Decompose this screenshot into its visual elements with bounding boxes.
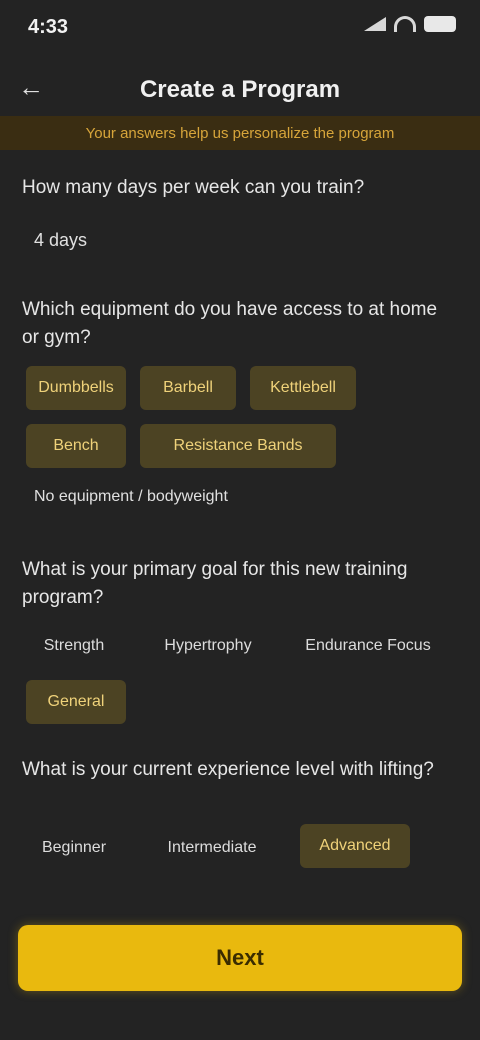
question-training-days: How many days per week can you train?	[22, 177, 365, 198]
status-time: 4:33	[28, 16, 69, 38]
option-general[interactable]: General	[26, 680, 126, 724]
page-title: Create a Program	[139, 76, 341, 103]
option-barbell[interactable]: Barbell	[140, 366, 236, 410]
option-bodyweight[interactable]: No equipment / bodyweight	[34, 488, 228, 506]
app-header: ← Create a Program	[0, 56, 480, 118]
option-kettlebell[interactable]: Kettlebell	[250, 366, 356, 410]
next-button[interactable]: Next	[18, 925, 462, 991]
question-experience: What is your current experience level wi…	[22, 759, 434, 780]
status-bar: 4:33	[0, 0, 480, 56]
question-equipment: Which equipment do you have access to at…	[22, 299, 438, 348]
option-strength[interactable]: Strength	[26, 624, 122, 668]
wifi-icon	[394, 16, 416, 32]
option-bench[interactable]: Bench	[26, 424, 126, 468]
option-beginner[interactable]: Beginner	[26, 826, 122, 870]
option-hypertrophy[interactable]: Hypertrophy	[148, 624, 268, 668]
option-intermediate[interactable]: Intermediate	[148, 826, 276, 870]
info-banner: Your answers help us personalize the pro…	[0, 116, 480, 150]
answer-training-days[interactable]: 4 days	[34, 230, 87, 251]
question-goal: What is your primary goal for this new t…	[22, 559, 408, 608]
option-endurance[interactable]: Endurance Focus	[298, 624, 438, 668]
signal-icon	[364, 17, 386, 31]
option-advanced[interactable]: Advanced	[300, 824, 410, 868]
option-dumbbells[interactable]: Dumbbells	[26, 366, 126, 410]
option-resistance-bands[interactable]: Resistance Bands	[140, 424, 336, 468]
status-icons	[364, 16, 456, 32]
battery-icon	[424, 16, 456, 32]
